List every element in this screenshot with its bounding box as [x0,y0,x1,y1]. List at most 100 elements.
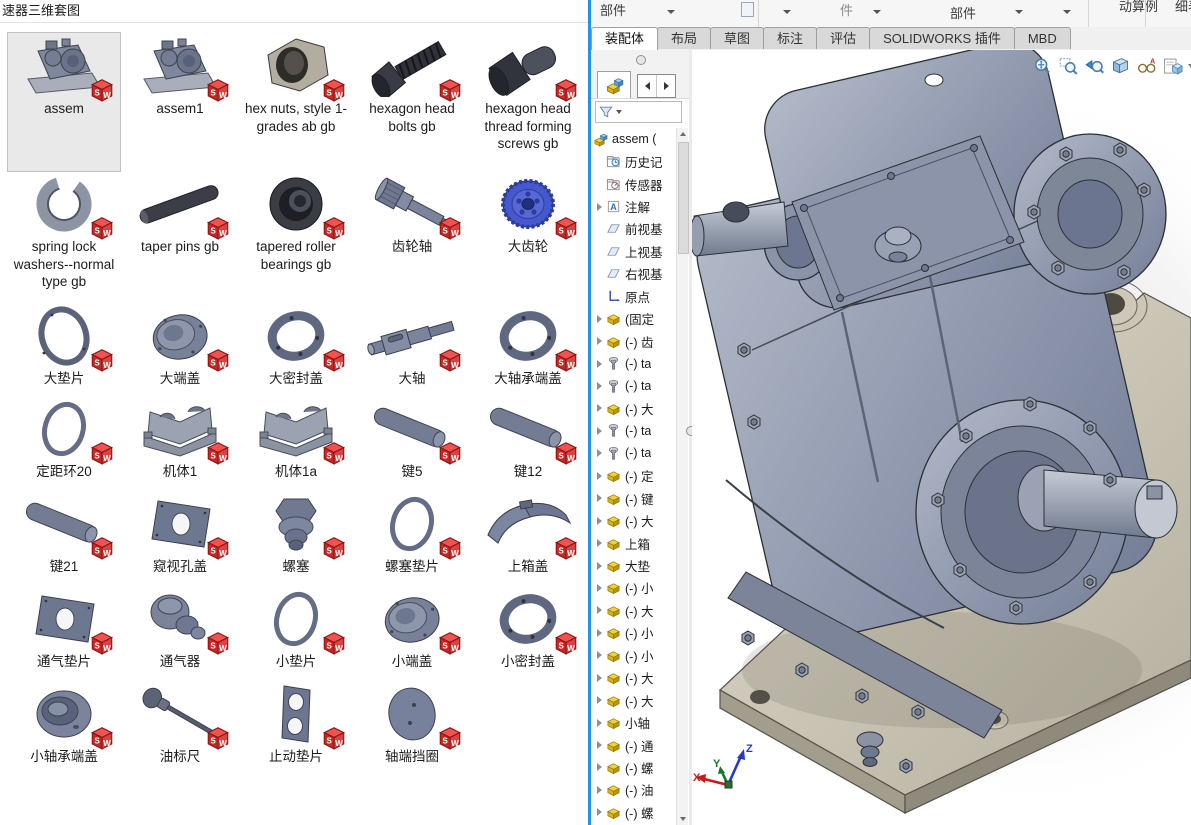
file-item[interactable]: 机体1a [240,396,352,491]
chevron-down-icon[interactable] [667,10,675,14]
expand-arrow-icon[interactable] [597,203,602,211]
tree-item[interactable]: 大垫 [591,554,677,576]
previous-view-button[interactable] [1082,55,1106,77]
tree-item[interactable]: (-) ta [591,442,677,464]
file-item[interactable]: 通气器 [124,586,236,681]
ribbon-button-fragment[interactable]: 部件 [950,3,976,22]
scrollbar-thumb[interactable] [678,142,689,254]
expand-arrow-icon[interactable] [597,674,602,682]
file-item[interactable]: tapered roller bearings gb [240,171,352,303]
panel-grip-handle[interactable] [636,55,646,65]
ribbon-button-fragment[interactable]: 动算例 [1119,0,1158,15]
tree-item[interactable]: 历史记 [591,150,677,172]
tree-item[interactable]: 右视基 [591,263,677,285]
tree-item[interactable]: 上视基 [591,240,677,262]
view-orientation-button[interactable] [1160,55,1184,77]
file-item[interactable]: 油标尺 [124,681,236,799]
file-item[interactable]: 大密封盖 [240,303,352,396]
expand-arrow-icon[interactable] [597,494,602,502]
tree-item[interactable]: 小轴 [591,711,677,733]
chevron-down-icon[interactable] [1015,10,1023,14]
expand-arrow-icon[interactable] [597,539,602,547]
expand-arrow-icon[interactable] [597,606,602,614]
chevron-down-icon[interactable] [1063,10,1071,14]
tree-item[interactable]: 上箱 [591,532,677,554]
file-item[interactable]: hexagon head bolts gb [356,33,468,171]
expand-arrow-icon[interactable] [597,404,602,412]
expand-arrow-icon[interactable] [597,517,602,525]
file-item[interactable]: 螺塞 [240,491,352,586]
tree-item[interactable]: 注解 [591,195,677,217]
tree-item[interactable]: (-) 小 [591,577,677,599]
expand-arrow-icon[interactable] [597,315,602,323]
ribbon-button-icon[interactable] [741,2,754,17]
graphics-viewport[interactable]: X Y Z [692,50,1191,825]
file-item[interactable]: 小密封盖 [472,586,584,681]
expand-arrow-icon[interactable] [597,562,602,570]
expand-arrow-icon[interactable] [597,763,602,771]
file-item[interactable]: 大齿轮 [472,171,584,303]
scroll-down-button[interactable] [677,813,688,825]
tree-item[interactable]: (-) ta [591,352,677,374]
tree-item[interactable]: (-) 大 [591,667,677,689]
tree-item[interactable]: 传感器 [591,173,677,195]
file-item[interactable]: 小垫片 [240,586,352,681]
expand-arrow-icon[interactable] [597,337,602,345]
expand-arrow-icon[interactable] [597,584,602,592]
tree-item[interactable]: (-) 螺 [591,756,677,778]
file-item[interactable]: taper pins gb [124,171,236,303]
ribbon-tab[interactable]: 装配体 [591,27,658,50]
file-item[interactable]: hexagon head thread forming screws gb [472,33,584,171]
tree-item[interactable]: (-) 大 [591,689,677,711]
tree-item[interactable]: (-) 小 [591,644,677,666]
expand-arrow-icon[interactable] [597,427,602,435]
file-item[interactable]: 上箱盖 [472,491,584,586]
ribbon-tab[interactable]: SOLIDWORKS 插件 [869,27,1015,49]
expand-arrow-icon[interactable] [597,696,602,704]
tree-item[interactable]: (-) 油 [591,779,677,801]
ribbon-button-fragment[interactable]: 件 [840,0,853,19]
tab-feature-manager[interactable] [597,71,631,98]
file-item[interactable]: 窥视孔盖 [124,491,236,586]
file-item[interactable]: 大轴承端盖 [472,303,584,396]
file-item[interactable]: 通气垫片 [8,586,120,681]
tree-item[interactable]: (-) ta [591,420,677,442]
ribbon-tab[interactable]: 评估 [816,27,870,49]
tree-filter-button[interactable] [595,101,682,123]
expand-arrow-icon[interactable] [597,719,602,727]
file-item[interactable]: 螺塞垫片 [356,491,468,586]
expand-arrow-icon[interactable] [597,808,602,816]
tree-item[interactable]: assem ( [591,128,677,150]
file-item[interactable]: hex nuts, style 1-grades ab gb [240,33,352,171]
section-view-button[interactable] [1108,55,1132,77]
ribbon-tab[interactable]: 标注 [763,27,817,49]
tree-item[interactable]: (-) 定 [591,465,677,487]
file-item[interactable]: 机体1 [124,396,236,491]
file-item[interactable]: assem1 [124,33,236,171]
tree-item[interactable]: 前视基 [591,218,677,240]
expand-pane-right-button[interactable] [657,75,675,97]
ribbon-tab[interactable]: 布局 [657,27,711,49]
file-item[interactable]: 小端盖 [356,586,468,681]
chevron-down-icon[interactable] [783,10,791,14]
tree-item[interactable]: 原点 [591,285,677,307]
tree-item[interactable]: (-) 大 [591,509,677,531]
file-item[interactable]: 大垫片 [8,303,120,396]
file-item[interactable]: 小轴承端盖 [8,681,120,799]
tree-item[interactable]: (-) 大 [591,397,677,419]
file-item[interactable]: 大轴 [356,303,468,396]
tree-item[interactable]: (-) 大 [591,599,677,621]
tree-scrollbar[interactable] [676,128,688,825]
ribbon-button-fragment[interactable]: 部件 [600,0,626,19]
ribbon-tab[interactable]: 草图 [710,27,764,49]
ribbon-tab[interactable]: MBD [1014,27,1071,49]
expand-arrow-icon[interactable] [597,472,602,480]
scroll-up-button[interactable] [677,128,688,140]
file-item[interactable]: 大端盖 [124,303,236,396]
tree-item[interactable]: (固定 [591,308,677,330]
zoom-fit-button[interactable] [1030,55,1054,77]
file-item[interactable]: 定距环20 [8,396,120,491]
file-item[interactable]: 止动垫片 [240,681,352,799]
expand-arrow-icon[interactable] [597,786,602,794]
tree-item[interactable]: (-) ta [591,375,677,397]
